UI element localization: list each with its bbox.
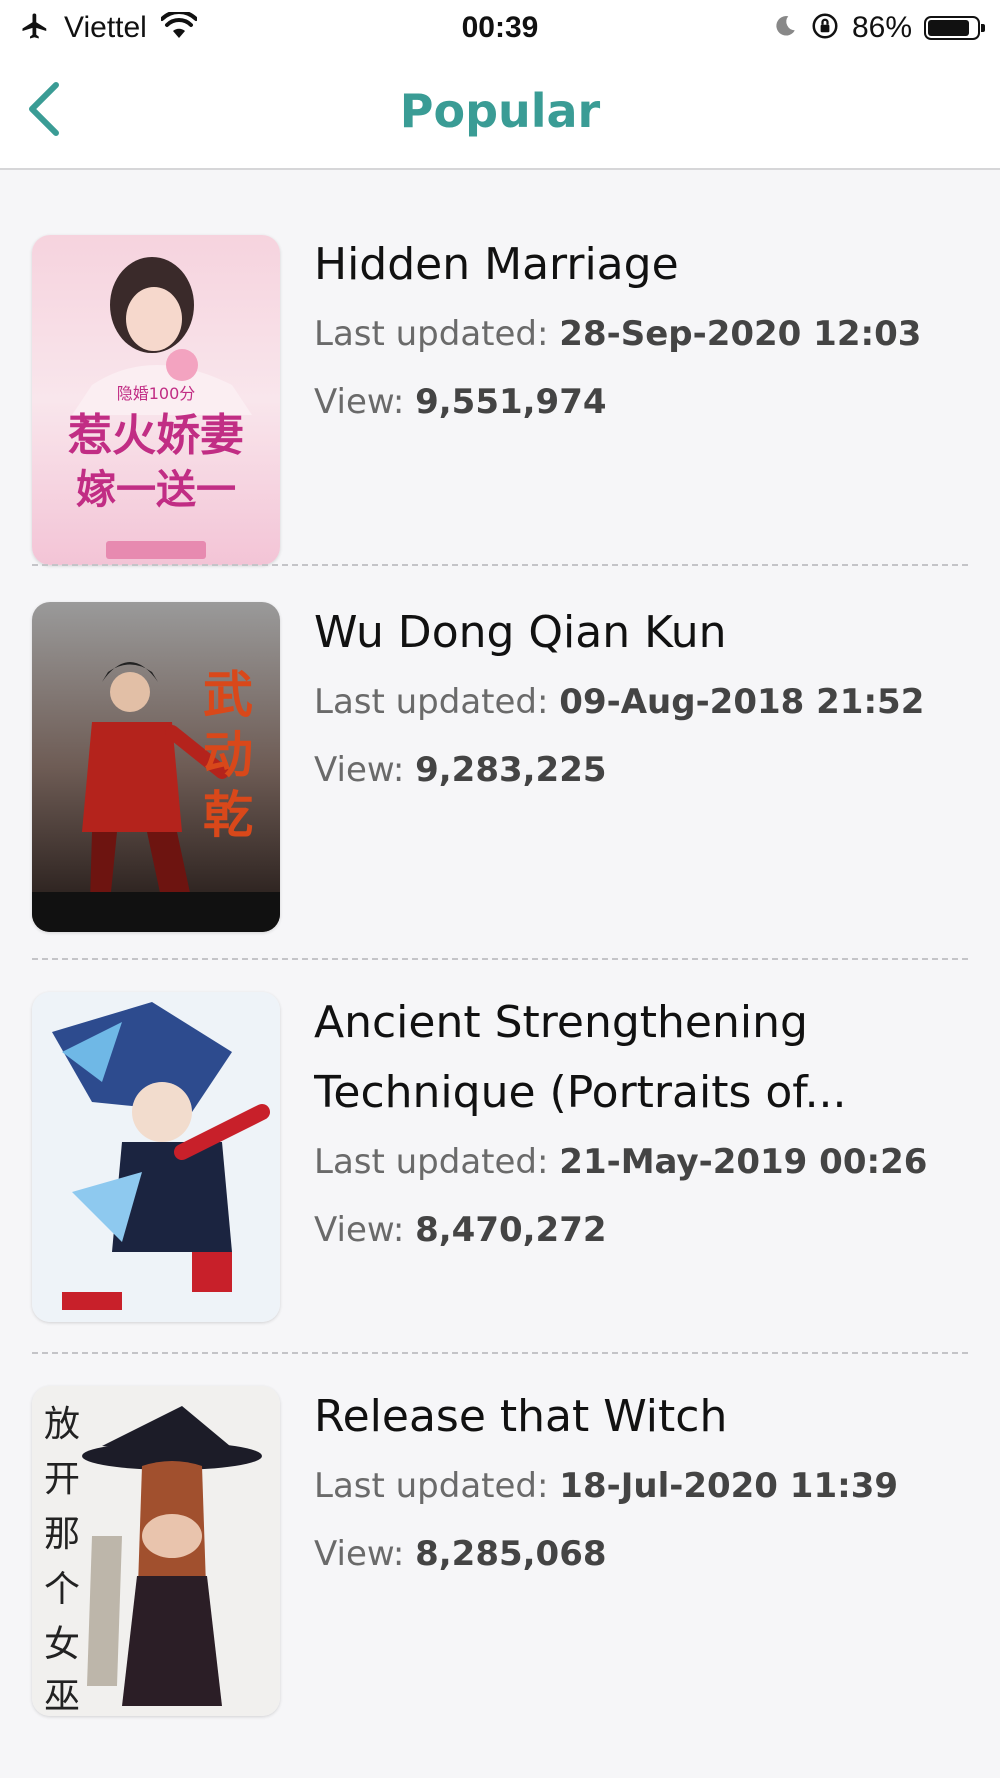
- svg-text:动: 动: [203, 725, 253, 784]
- battery-percentage: 86%: [851, 11, 912, 44]
- status-bar-right: 86%: [772, 8, 985, 48]
- item-last-updated: Last updated: 18-Jul-2020 11:39: [314, 1452, 980, 1520]
- item-last-updated: Last updated: 28-Sep-2020 12:03: [314, 300, 980, 368]
- moon-icon: [772, 13, 798, 43]
- last-updated-label: Last updated:: [314, 1466, 560, 1506]
- carrier-name: Viettel: [64, 11, 147, 44]
- item-info: Ancient Strengthening Technique (Portrai…: [314, 988, 980, 1264]
- battery-icon: [924, 16, 985, 40]
- last-updated-value: 28-Sep-2020 12:03: [559, 314, 922, 354]
- battery-level: [928, 20, 969, 36]
- cover-image: 隐婚100分 惹火娇妻 嫁一送一: [32, 235, 280, 565]
- book-cover[interactable]: 武 动 乾: [32, 602, 280, 932]
- book-cover[interactable]: [32, 992, 280, 1322]
- chevron-left-icon: [24, 81, 64, 141]
- item-views: View: 8,470,272: [314, 1196, 980, 1264]
- last-updated-label: Last updated:: [314, 1142, 560, 1182]
- last-updated-value: 21-May-2019 00:26: [559, 1142, 928, 1182]
- list-item[interactable]: 放 开 那 个 女 巫 Release that Witch Last upda…: [0, 1352, 1000, 1746]
- book-cover[interactable]: 放 开 那 个 女 巫: [32, 1386, 280, 1716]
- svg-text:乾: 乾: [203, 785, 253, 844]
- cover-title-line1: 惹火娇妻: [68, 410, 244, 461]
- cover-image: [32, 992, 280, 1322]
- svg-text:个: 个: [44, 1569, 80, 1610]
- airplane-icon: [20, 11, 50, 45]
- status-bar-left: Viettel: [20, 8, 198, 48]
- item-title: Ancient Strengthening Technique (Portrai…: [314, 997, 847, 1118]
- item-info: Release that Witch Last updated: 18-Jul-…: [314, 1382, 980, 1588]
- item-views: View: 8,285,068: [314, 1520, 980, 1588]
- item-info: Hidden Marriage Last updated: 28-Sep-202…: [314, 230, 980, 436]
- cover-image: 放 开 那 个 女 巫: [32, 1386, 280, 1716]
- views-value: 8,285,068: [415, 1534, 607, 1574]
- cover-title-line2: 嫁一送一: [76, 466, 236, 513]
- last-updated-value: 18-Jul-2020 11:39: [559, 1466, 899, 1506]
- navigation-bar: Popular: [0, 56, 1000, 170]
- book-cover[interactable]: 隐婚100分 惹火娇妻 嫁一送一: [32, 235, 280, 565]
- back-button[interactable]: [14, 78, 74, 144]
- list-item[interactable]: Ancient Strengthening Technique (Portrai…: [0, 958, 1000, 1352]
- orientation-lock-icon: [810, 11, 840, 45]
- last-updated-label: Last updated:: [314, 682, 560, 722]
- item-views: View: 9,551,974: [314, 368, 980, 436]
- popular-list: 隐婚100分 惹火娇妻 嫁一送一 Hidden Marriage Last up…: [0, 170, 1000, 1746]
- item-last-updated: Last updated: 21-May-2019 00:26: [314, 1128, 980, 1196]
- wifi-icon: [159, 9, 198, 44]
- item-title: Release that Witch: [314, 1391, 728, 1442]
- item-last-updated: Last updated: 09-Aug-2018 21:52: [314, 668, 980, 736]
- svg-text:女: 女: [44, 1624, 80, 1665]
- page-title-text: Popular: [399, 84, 601, 138]
- item-title: Wu Dong Qian Kun: [314, 607, 727, 658]
- views-label: View:: [314, 382, 416, 422]
- svg-text:开: 开: [44, 1459, 80, 1500]
- views-label: View:: [314, 1210, 416, 1250]
- views-value: 8,470,272: [415, 1210, 607, 1250]
- item-views: View: 9,283,225: [314, 736, 980, 804]
- cover-image: 武 动 乾: [32, 602, 280, 932]
- list-item[interactable]: 武 动 乾 Wu Dong Qian Kun Last updated: 09-…: [0, 564, 1000, 958]
- views-value: 9,283,225: [415, 750, 607, 790]
- svg-text:那: 那: [44, 1514, 80, 1555]
- last-updated-label: Last updated:: [314, 314, 560, 354]
- cover-title-char: 武: [203, 665, 253, 724]
- svg-text:巫: 巫: [44, 1676, 80, 1716]
- views-label: View:: [314, 750, 416, 790]
- svg-text:放: 放: [44, 1404, 80, 1445]
- last-updated-value: 09-Aug-2018 21:52: [559, 682, 925, 722]
- cover-caption: 隐婚100分: [117, 384, 196, 403]
- item-info: Wu Dong Qian Kun Last updated: 09-Aug-20…: [314, 598, 980, 804]
- page-title: Popular: [0, 76, 1000, 146]
- views-value: 9,551,974: [415, 382, 607, 422]
- status-bar: Viettel 00:39 86%: [0, 0, 1000, 56]
- list-item[interactable]: 隐婚100分 惹火娇妻 嫁一送一 Hidden Marriage Last up…: [0, 170, 1000, 565]
- item-title: Hidden Marriage: [314, 239, 679, 290]
- views-label: View:: [314, 1534, 416, 1574]
